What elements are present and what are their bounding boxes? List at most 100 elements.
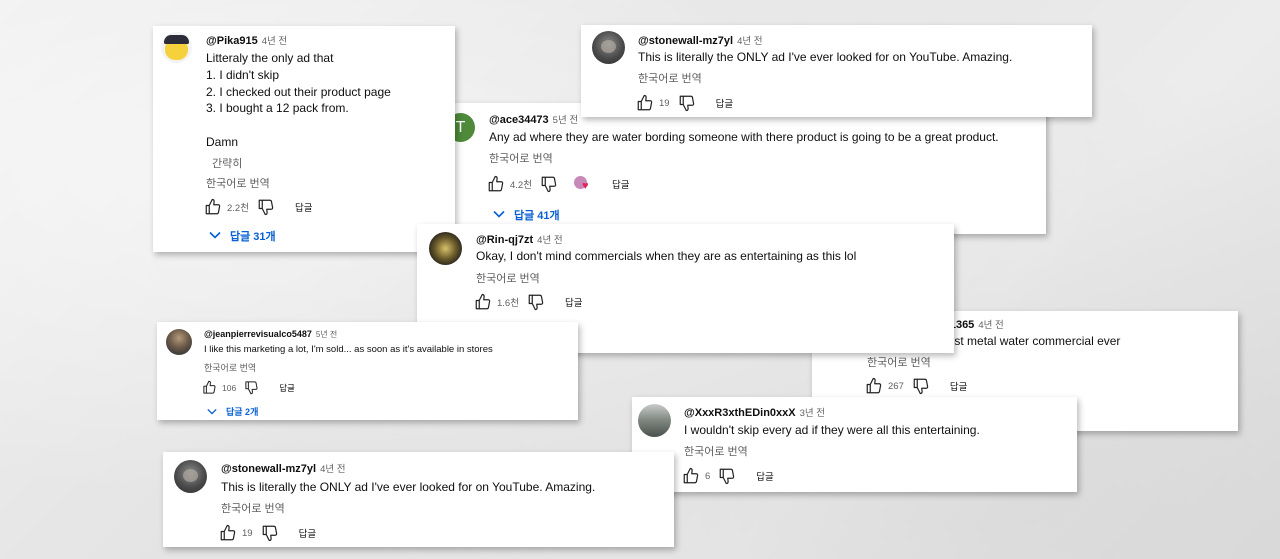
comment-line: Litteraly the only ad that [206,51,334,65]
comment-text: I wouldn't skip every ad if they were al… [684,423,980,437]
thumbs-down-icon[interactable] [540,175,558,193]
thumbs-up-icon[interactable] [636,94,654,112]
comment-line: 1. I didn't skip [206,68,279,82]
author-name[interactable]: @Pika915 [206,35,258,47]
like-count: 106 [222,382,237,393]
reply-button[interactable]: 답글 [716,96,733,110]
like-count: 6 [705,470,711,482]
translate-link[interactable]: 한국어로 번역 [204,361,256,374]
comment-author[interactable]: @ace34473 5년 전 [489,112,578,126]
avatar-face [601,40,616,53]
translate-link[interactable]: 한국어로 번역 [867,354,931,370]
comment-date[interactable]: 3년 전 [800,408,825,419]
avatar[interactable] [592,31,625,64]
translate-link[interactable]: 한국어로 번역 [638,70,702,86]
comment-card-stonewall-top: @stonewall-mz7yl 4년 전 This is literally t… [581,25,1092,117]
comment-actions: 6 답글 [682,467,774,485]
chevron-down-icon [493,209,514,221]
thumbs-down-icon[interactable] [257,198,275,216]
comment-date[interactable]: 4년 전 [537,235,562,246]
comment-author[interactable]: @Pika915 4년 전 [206,33,287,47]
comment-card-ace34473: T @ace34473 5년 전 Any ad where they are wa… [443,103,1046,234]
thumbs-down-icon[interactable] [678,94,696,112]
comment-text: This is literally the ONLY ad I've ever … [221,480,596,494]
comment-actions: 2.2천 답글 [204,198,312,216]
comment-date[interactable]: 4년 전 [737,36,762,47]
like-count: 267 [888,380,904,392]
reply-button[interactable]: 답글 [299,526,316,540]
avatar[interactable] [161,32,192,63]
author-name[interactable]: @stonewall-mz7yl [638,35,733,47]
author-name[interactable]: @jeanpierrevisualco5487 [204,329,312,339]
thumbs-up-icon[interactable] [682,467,700,485]
translate-link[interactable]: 한국어로 번역 [221,500,285,516]
chevron-down-icon [209,230,230,242]
reply-button[interactable]: 답글 [612,177,629,191]
comment-author[interactable]: @stonewall-mz7yl 4년 전 [221,461,346,475]
comment-date[interactable]: 5년 전 [316,330,337,339]
like-count: 19 [242,527,253,539]
thumbs-down-icon[interactable] [912,377,930,395]
replies-count: 답글 41개 [514,210,560,222]
comment-actions: 4.2천 ♥ 답글 [487,175,629,193]
thumbs-down-icon[interactable] [527,293,545,311]
comment-date[interactable]: 4년 전 [262,36,287,47]
comment-line: Damn [206,135,239,149]
author-name[interactable]: @stonewall-mz7yl [221,463,316,475]
thumbs-up-icon[interactable] [474,293,492,311]
avatar[interactable] [429,232,462,265]
comment-date[interactable]: 5년 전 [553,115,578,126]
read-less-button[interactable]: 간략히 [212,155,242,171]
replies-count: 답글 2개 [226,407,259,417]
avatar[interactable] [638,404,671,437]
author-name[interactable]: @ace34473 [489,114,549,126]
comment-card-jeanpierre: @jeanpierrevisualco5487 5년 전 I like this … [157,322,578,420]
author-name[interactable]: @Rin-qj7zt [476,234,533,246]
thumbs-down-icon[interactable] [244,380,259,395]
reply-button[interactable]: 답글 [756,469,773,483]
reply-button[interactable]: 답글 [295,200,312,214]
reply-button[interactable]: 답글 [279,382,295,394]
reply-button[interactable]: 답글 [950,379,967,393]
view-replies-button[interactable]: 답글 2개 [207,405,258,418]
like-count: 4.2천 [510,180,532,191]
reply-button[interactable]: 답글 [565,295,582,309]
translate-link[interactable]: 한국어로 번역 [206,175,270,191]
comment-line: 3. I bought a 12 pack from. [206,101,349,115]
avatar[interactable] [166,329,192,355]
translate-link[interactable]: 한국어로 번역 [489,150,553,166]
comment-text: I like this marketing a lot, I'm sold...… [204,344,493,355]
comment-date[interactable]: 4년 전 [320,464,345,475]
avatar-cap [164,35,189,44]
translate-link[interactable]: 한국어로 번역 [684,443,748,459]
comment-text: Okay, I don't mind commercials when they… [476,249,857,263]
comment-actions: 19 답글 [219,524,316,542]
comment-author[interactable]: @XxxR3xthEDin0xxX 3년 전 [684,405,825,419]
replies-count: 답글 31개 [230,231,276,243]
thumbs-up-icon[interactable] [487,175,505,193]
comment-text: Any ad where they are water bording some… [489,130,999,144]
like-count: 2.2천 [227,203,249,214]
translate-link[interactable]: 한국어로 번역 [476,270,540,286]
like-count: 1.6천 [497,298,519,309]
thumbs-up-icon[interactable] [202,380,217,395]
view-replies-button[interactable]: 답글 41개 [493,207,560,223]
comment-author[interactable]: @jeanpierrevisualco5487 5년 전 [204,329,337,340]
comment-author[interactable]: @Rin-qj7zt 4년 전 [476,232,563,246]
thumbs-up-icon[interactable] [204,198,222,216]
comment-actions: 267 답글 [865,377,967,395]
comment-line: 2. I checked out their product page [206,85,391,99]
thumbs-up-icon[interactable] [219,524,237,542]
avatar-letter: T [455,119,466,136]
author-name[interactable]: @XxxR3xthEDin0xxX [684,407,796,419]
comment-card-stonewall-bottom: @stonewall-mz7yl 4년 전 This is literally t… [163,452,674,547]
view-replies-button[interactable]: 답글 31개 [209,228,276,244]
avatar[interactable] [174,460,207,493]
comment-author[interactable]: @stonewall-mz7yl 4년 전 [638,33,763,47]
thumbs-up-icon[interactable] [865,377,883,395]
comment-date[interactable]: 4년 전 [978,320,1003,331]
thumbs-down-icon[interactable] [718,467,736,485]
comment-card-pika915: @Pika915 4년 전 Litteraly the only ad that … [153,26,455,252]
like-count: 19 [659,97,670,109]
thumbs-down-icon[interactable] [261,524,279,542]
